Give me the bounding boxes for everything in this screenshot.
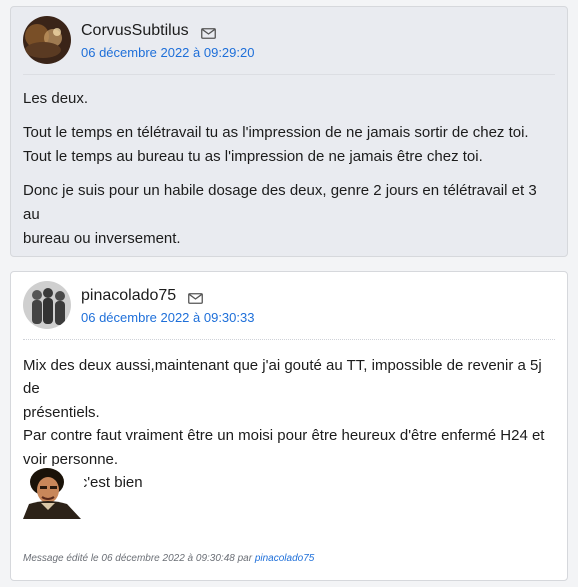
author-username[interactable]: CorvusSubtilus (81, 22, 189, 40)
author-name[interactable]: CorvusSubtilus (81, 22, 216, 40)
paragraph: Donc je suis pour un habile dosage des d… (23, 179, 555, 251)
text-line: Par contre faut vraiment être un moisi p… (23, 427, 545, 445)
text-line: voir personne. (23, 450, 119, 468)
text-line: Un 3 / 2 c'est bien (23, 474, 143, 492)
text-line: bureau ou inversement. (23, 230, 181, 247)
post-body: Les deux. Tout le temps en télétravail t… (23, 87, 555, 261)
mail-icon[interactable] (188, 291, 204, 304)
message-post: CorvusSubtilus 06 décembre 2022 à 09:29:… (10, 6, 568, 257)
message-post: pinacolado75 06 décembre 2022 à 09:30:33… (10, 271, 568, 581)
post-date[interactable]: 06 décembre 2022 à 09:30:33 (81, 310, 254, 325)
embedded-image[interactable] (23, 466, 84, 519)
post-body: Mix des deux aussi,maintenant que j'ai g… (23, 354, 555, 494)
text-line: Mix des deux aussi,maintenant que j'ai g… (23, 357, 542, 398)
text-line: Tout le temps au bureau tu as l'impressi… (23, 148, 483, 165)
text-line: Tout le temps en télétravail tu as l'imp… (23, 124, 529, 141)
author-name[interactable]: pinacolado75 (81, 287, 204, 305)
post-date[interactable]: 06 décembre 2022 à 09:29:20 (81, 45, 254, 60)
divider (23, 74, 555, 75)
text-line: Donc je suis pour un habile dosage des d… (23, 182, 537, 223)
paragraph: Tout le temps en télétravail tu as l'imp… (23, 121, 555, 169)
mail-icon[interactable] (200, 26, 216, 39)
text-line: Les deux. (23, 90, 89, 107)
edit-notice: Message édité le 06 décembre 2022 à 09:3… (23, 553, 314, 564)
edit-author-link[interactable]: pinacolado75 (255, 553, 315, 564)
text-line: présentiels. (23, 403, 100, 421)
author-username[interactable]: pinacolado75 (81, 287, 176, 305)
paragraph: Les deux. (23, 87, 555, 111)
avatar[interactable] (23, 16, 71, 64)
edit-notice-text: Message édité le 06 décembre 2022 à 09:3… (23, 553, 255, 564)
divider (23, 339, 555, 340)
avatar[interactable] (23, 281, 71, 329)
